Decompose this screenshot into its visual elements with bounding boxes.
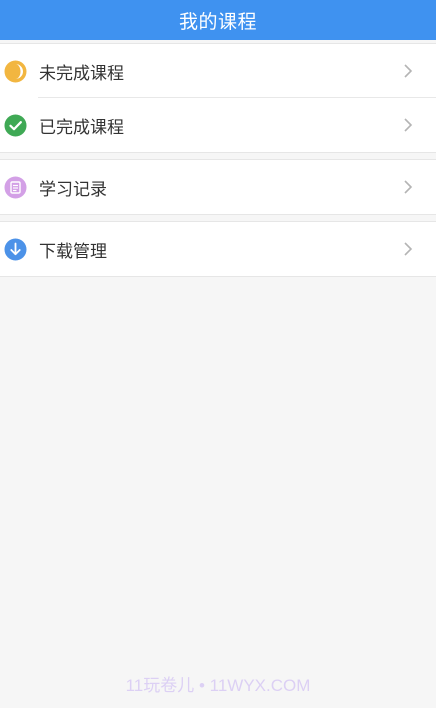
menu-item-label: 已完成课程 [39,117,124,138]
menu-item-completed-courses[interactable]: 已完成课程 [0,98,436,152]
page-title-bar: 我的课程 [0,0,436,40]
menu-item-study-records[interactable]: 学习记录 [0,160,436,214]
menu-item-label: 未完成课程 [39,63,124,84]
chevron-right-icon [400,63,416,79]
course-group: 未完成课程 已完成课程 [0,43,436,153]
records-group: 学习记录 [0,159,436,215]
download-arrow-icon [4,238,27,261]
menu-item-incomplete-courses[interactable]: 未完成课程 [0,44,436,98]
document-icon [4,176,27,199]
chevron-right-icon [400,241,416,257]
menu-item-download-manager[interactable]: 下载管理 [0,222,436,276]
page-title: 我的课程 [178,10,257,33]
menu-item-label: 学习记录 [39,179,107,200]
check-circle-icon [4,114,27,137]
chevron-right-icon [400,179,416,195]
download-group: 下载管理 [0,221,436,277]
menu-item-label: 下载管理 [39,241,107,262]
half-moon-icon [4,60,27,83]
chevron-right-icon [400,117,416,133]
watermark: 11玩卷儿 • 11WYX.COM [125,676,311,695]
